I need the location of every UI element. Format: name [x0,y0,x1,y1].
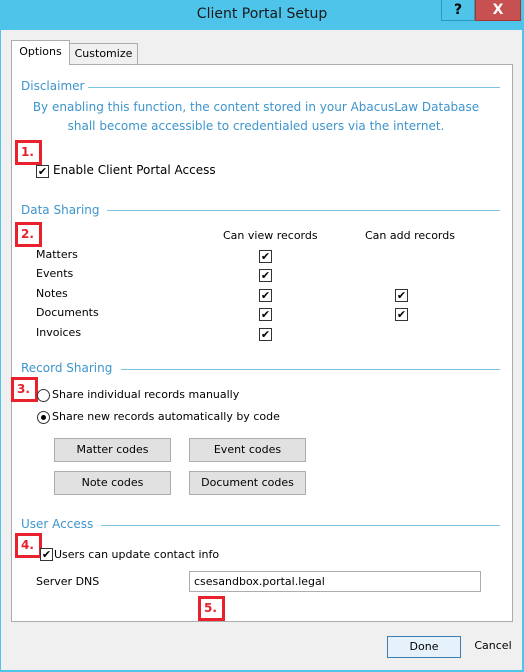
tab-options[interactable]: Options [11,40,70,65]
record-sharing-divider [121,369,500,370]
dialog-client-area: Options Customize Disclaimer By enabling… [1,30,522,670]
events-view-checkbox[interactable] [259,269,272,282]
marker-5: 5. [198,596,225,621]
notes-add-checkbox[interactable] [395,289,408,302]
documents-add-checkbox[interactable] [395,308,408,321]
disclaimer-divider [88,87,500,88]
document-codes-button[interactable]: Document codes [189,471,306,495]
title-bar[interactable]: Client Portal Setup ? X [0,0,524,30]
col-header-view: Can view records [223,229,318,242]
row-label-notes: Notes [36,287,68,300]
row-label-matters: Matters [36,248,78,261]
close-button[interactable]: X [475,0,521,21]
share-manual-label: Share individual records manually [52,388,240,401]
enable-portal-checkbox[interactable] [36,165,49,178]
disclaimer-heading: Disclaimer [21,79,85,93]
server-dns-label: Server DNS [36,575,100,588]
record-sharing-heading: Record Sharing [21,361,113,375]
marker-2: 2. [15,222,42,247]
row-label-events: Events [36,267,74,280]
share-auto-radio[interactable] [37,411,50,424]
done-button[interactable]: Done [387,636,461,658]
marker-4: 4. [15,533,42,558]
documents-view-checkbox[interactable] [259,308,272,321]
enable-portal-label: Enable Client Portal Access [53,163,216,177]
disclaimer-line-1: By enabling this function, the content s… [32,100,480,114]
share-manual-radio[interactable] [37,389,50,402]
options-panel [11,64,513,622]
user-access-divider [101,525,500,526]
cancel-button[interactable]: Cancel [468,636,518,658]
tab-customize[interactable]: Customize [69,43,138,65]
dialog-window: Client Portal Setup ? X Options Customiz… [0,0,524,672]
marker-3: 3. [11,377,38,402]
share-auto-label: Share new records automatically by code [52,410,280,423]
event-codes-button[interactable]: Event codes [189,438,306,462]
note-codes-button[interactable]: Note codes [54,471,171,495]
invoices-view-checkbox[interactable] [259,328,272,341]
help-button[interactable]: ? [441,0,475,21]
matter-codes-button[interactable]: Matter codes [54,438,171,462]
notes-view-checkbox[interactable] [259,289,272,302]
user-access-heading: User Access [21,517,94,531]
data-sharing-divider [107,210,500,211]
marker-1: 1. [15,140,42,165]
update-contact-label: Users can update contact info [54,548,220,561]
disclaimer-line-2: shall become accessible to credentialed … [67,119,445,133]
row-label-invoices: Invoices [36,326,82,339]
matters-view-checkbox[interactable] [259,250,272,263]
data-sharing-heading: Data Sharing [21,203,100,217]
row-label-documents: Documents [36,306,99,319]
update-contact-checkbox[interactable] [40,548,53,561]
col-header-add: Can add records [365,229,455,242]
server-dns-input[interactable]: csesandbox.portal.legal [189,571,481,592]
disclaimer-text: By enabling this function, the content s… [21,98,491,136]
